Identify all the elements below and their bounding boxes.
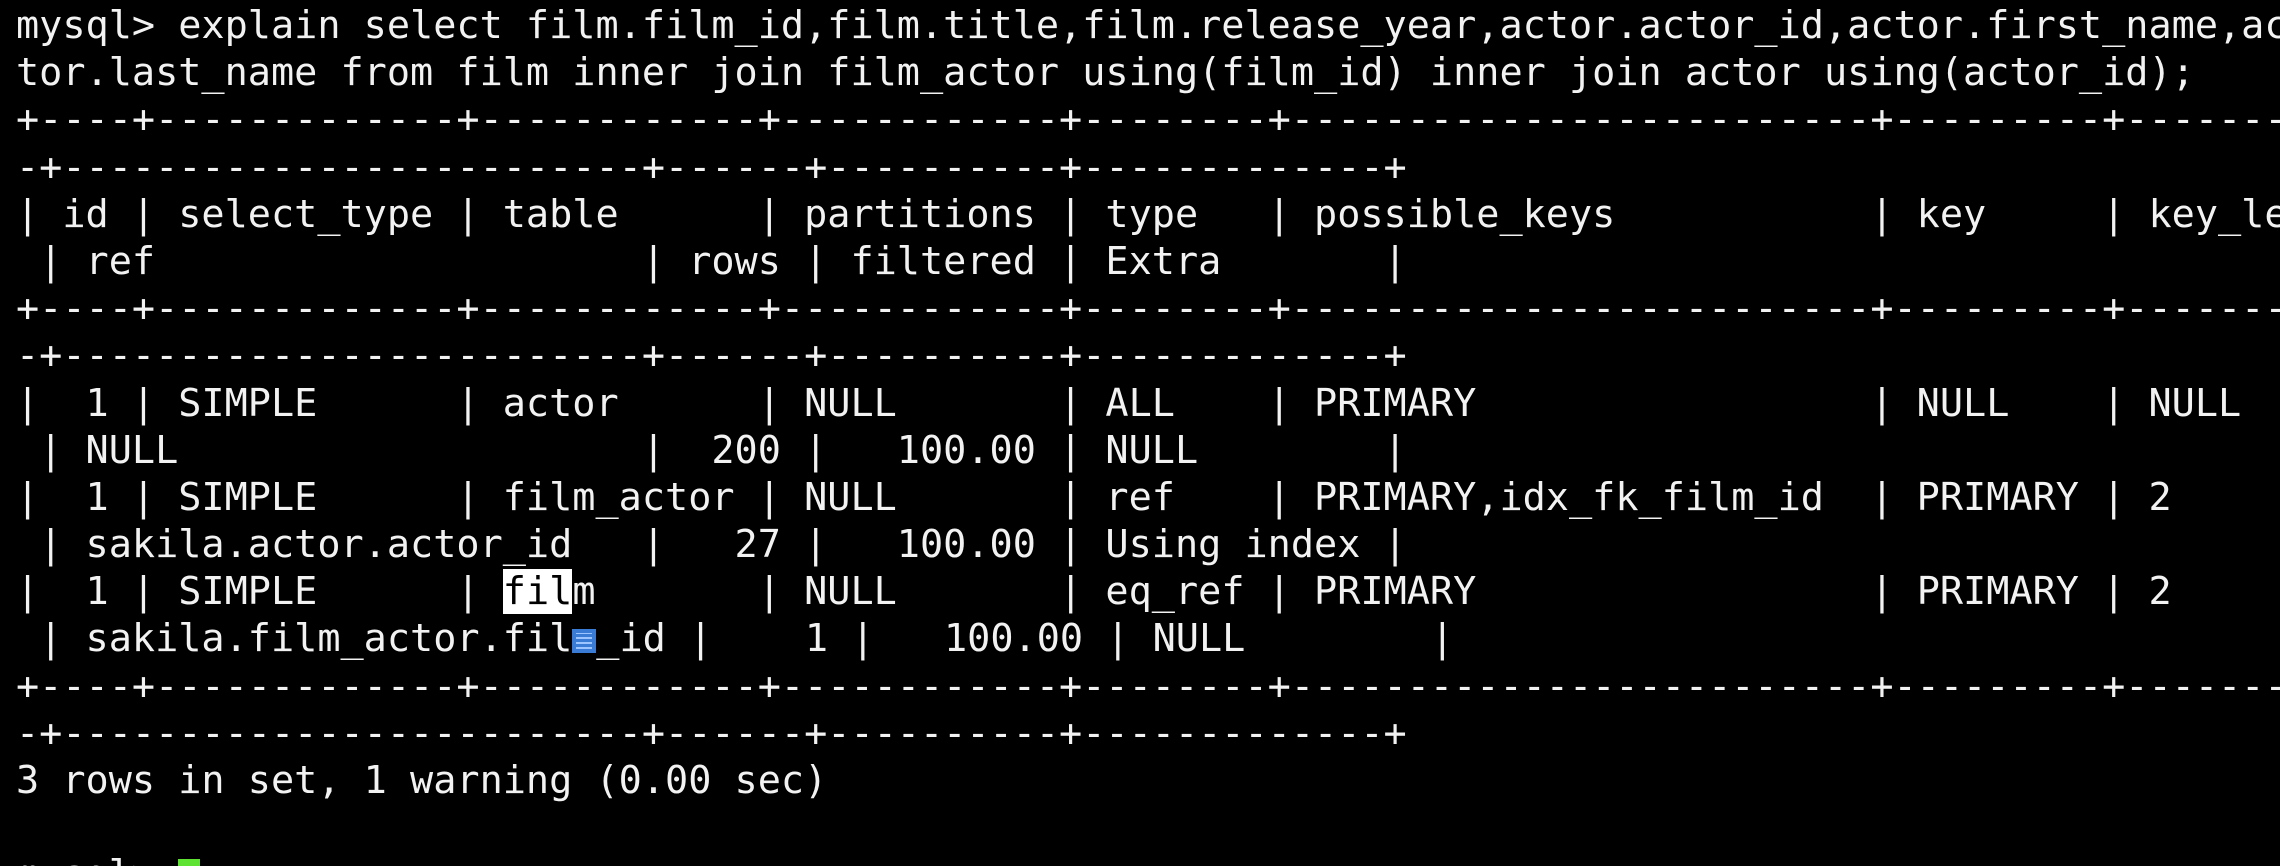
command-line-1: mysql> explain select film.film_id,film.… <box>16 3 2280 48</box>
prompt-line[interactable]: mysql> <box>16 851 2280 866</box>
table-row-3-line-1: | 1 | SIMPLE | film | NULL | eq_ref | PR… <box>16 568 2280 615</box>
row-3-line-2-after: _id | 1 | 100.00 | NULL | <box>596 616 1454 662</box>
table-border-top-1: +----+-------------+------------+-------… <box>16 97 2280 143</box>
row-3-line-2-before: | sakila.film_actor.fil <box>16 616 573 662</box>
table-row-2-line-2: | sakila.actor.actor_id | 27 | 100.00 | … <box>16 522 1407 568</box>
row-3-text-before: | 1 | SIMPLE | <box>16 569 503 615</box>
prompt-text: mysql> <box>16 852 178 866</box>
table-border-mid-2: -+-------------------------+------+-----… <box>16 333 1407 379</box>
row-3-text-after: m | NULL | eq_ref | PRIMARY | PRIMARY | … <box>572 569 2172 615</box>
terminal-window[interactable]: mysql> explain select film.film_id,film.… <box>16 2 2280 866</box>
table-border-bottom-1: +----+-------------+------------+-------… <box>16 663 2280 709</box>
text-selection[interactable]: fil <box>502 569 573 615</box>
cursor-icon <box>178 859 201 866</box>
table-row-3-line-2: | sakila.film_actor.fil _id | 1 | 100.00 … <box>16 615 2280 662</box>
table-header-line-2: | ref | rows | filtered | Extra | <box>16 238 1407 284</box>
table-border-top-2: -+-------------------------+------+-----… <box>16 144 1407 190</box>
table-row-2-line-1: | 1 | SIMPLE | film_actor | NULL | ref |… <box>16 474 2172 520</box>
command-line-2: tor.last_name from film inner join film_… <box>16 50 2195 96</box>
ime-icon <box>572 629 597 654</box>
table-border-bottom-2: -+-------------------------+------+-----… <box>16 710 1407 756</box>
table-row-1-line-2: | NULL | 200 | 100.00 | NULL | <box>16 427 1407 473</box>
table-row-1-line-1: | 1 | SIMPLE | actor | NULL | ALL | PRIM… <box>16 380 2242 426</box>
table-header-line-1: | id | select_type | table | partitions … <box>16 191 2280 237</box>
table-border-mid-1: +----+-------------+------------+-------… <box>16 286 2280 332</box>
result-summary: 3 rows in set, 1 warning (0.00 sec) <box>16 758 828 803</box>
